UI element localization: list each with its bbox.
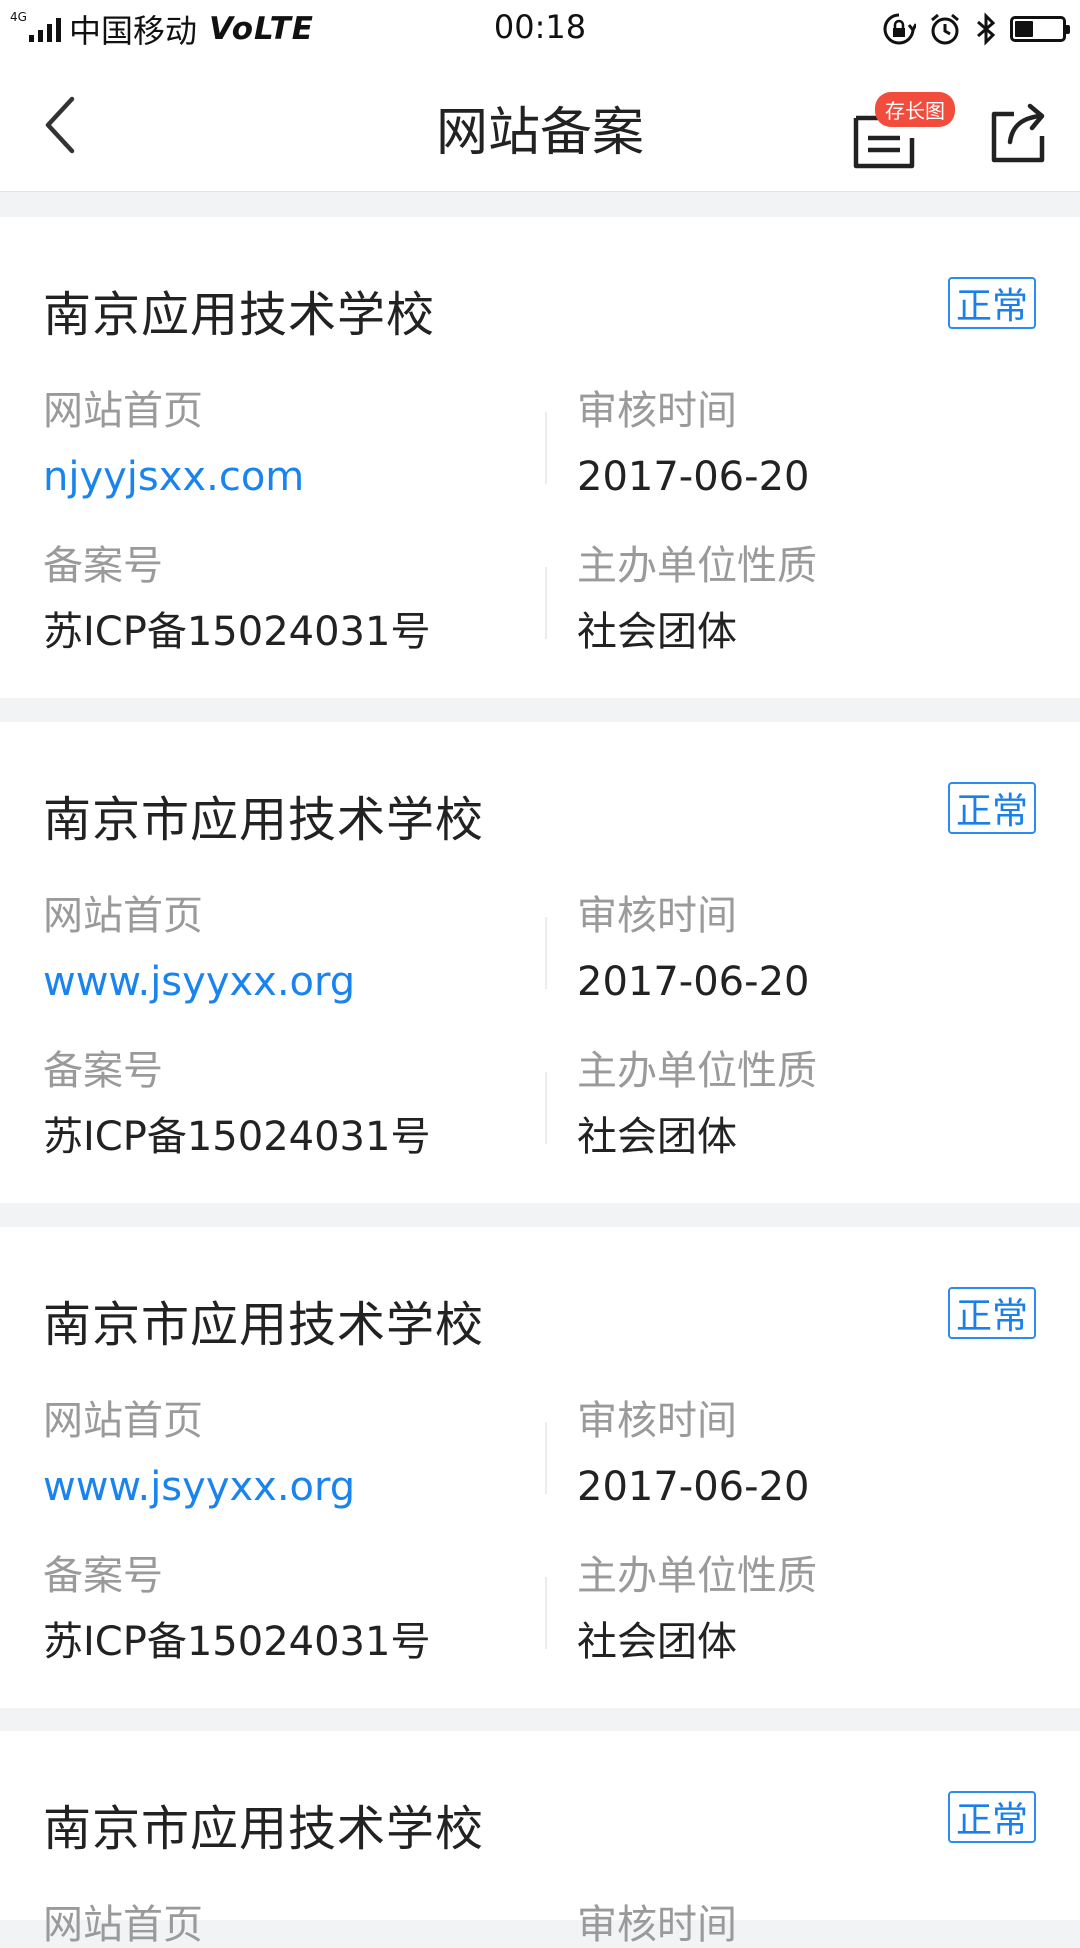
record-no-field: 备案号 苏ICP备15024031号 [43, 1554, 430, 1664]
save-long-badge[interactable]: 存长图 [875, 92, 955, 127]
record-card[interactable]: 南京市应用技术学校 正常 网站首页 www.jsyyxx.org 审核时间 20… [0, 1227, 1080, 1708]
homepage-field: 网站首页 [43, 1903, 203, 1947]
record-card[interactable]: 南京应用技术学校 正常 网站首页 njyyjsxx.com 审核时间 2017-… [0, 217, 1080, 698]
bluetooth-icon [974, 12, 998, 46]
homepage-label: 网站首页 [43, 893, 203, 939]
review-time-value: 2017-06-20 [577, 959, 810, 1005]
review-time-field: 审核时间 2017-06-20 [577, 389, 809, 499]
record-no-label: 备案号 [43, 1553, 163, 1599]
organizer-type-field: 主办单位性质 社会团体 [577, 1049, 817, 1159]
homepage-link[interactable]: www.jsyyxx.org [43, 960, 355, 1004]
record-no-field: 备案号 苏ICP备15024031号 [43, 1049, 430, 1159]
share-icon [991, 103, 1045, 163]
homepage-field: 网站首页 njyyjsxx.com [43, 389, 304, 499]
record-name: 南京市应用技术学校 [43, 1297, 485, 1353]
organizer-type-value: 社会团体 [577, 1114, 737, 1160]
app-header: 网站备案 存长图 [0, 58, 1080, 192]
share-button[interactable] [988, 100, 1048, 166]
review-time-label: 审核时间 [577, 388, 737, 434]
column-divider [545, 917, 547, 989]
record-name: 南京市应用技术学校 [43, 792, 485, 848]
organizer-type-label: 主办单位性质 [577, 543, 817, 589]
column-divider [545, 412, 547, 484]
record-no-value: 苏ICP备15024031号 [43, 1114, 431, 1160]
record-no-value: 苏ICP备15024031号 [43, 609, 431, 655]
organizer-type-label: 主办单位性质 [577, 1048, 817, 1094]
organizer-type-value: 社会团体 [577, 609, 737, 655]
review-time-label: 审核时间 [577, 893, 737, 939]
record-no-label: 备案号 [43, 543, 163, 589]
status-right [882, 10, 1070, 48]
organizer-type-label: 主办单位性质 [577, 1553, 817, 1599]
record-name: 南京应用技术学校 [43, 287, 436, 343]
record-no-field: 备案号 苏ICP备15024031号 [43, 544, 430, 654]
record-card[interactable]: 南京市应用技术学校 正常 网站首页 审核时间 [0, 1731, 1080, 1947]
column-divider [545, 1422, 547, 1494]
battery-icon [1010, 16, 1070, 42]
organizer-type-value: 社会团体 [577, 1619, 737, 1665]
record-no-label: 备案号 [43, 1048, 163, 1094]
review-time-value: 2017-06-20 [577, 1464, 810, 1510]
record-name: 南京市应用技术学校 [43, 1801, 485, 1857]
organizer-type-field: 主办单位性质 社会团体 [577, 1554, 817, 1664]
review-time-value: 2017-06-20 [577, 454, 810, 500]
status-badge: 正常 [948, 1791, 1036, 1843]
review-time-label: 审核时间 [577, 1398, 737, 1444]
column-divider [545, 567, 547, 639]
column-divider [545, 1577, 547, 1649]
status-badge: 正常 [948, 1287, 1036, 1339]
homepage-field: 网站首页 www.jsyyxx.org [43, 1399, 355, 1509]
rotation-lock-icon [882, 12, 916, 46]
alarm-icon [928, 12, 962, 46]
status-badge: 正常 [948, 782, 1036, 834]
review-time-field: 审核时间 [577, 1903, 737, 1947]
homepage-field: 网站首页 www.jsyyxx.org [43, 894, 355, 1004]
status-bar: 4G 中国移动 VoLTE 00:18 [0, 0, 1080, 58]
record-no-value: 苏ICP备15024031号 [43, 1619, 431, 1665]
homepage-label: 网站首页 [43, 388, 203, 434]
review-time-field: 审核时间 2017-06-20 [577, 1399, 809, 1509]
column-divider [545, 1072, 547, 1144]
homepage-label: 网站首页 [43, 1398, 203, 1444]
record-card[interactable]: 南京市应用技术学校 正常 网站首页 www.jsyyxx.org 审核时间 20… [0, 722, 1080, 1203]
organizer-type-field: 主办单位性质 社会团体 [577, 544, 817, 654]
homepage-link[interactable]: njyyjsxx.com [43, 455, 304, 499]
homepage-link[interactable]: www.jsyyxx.org [43, 1465, 355, 1509]
status-badge: 正常 [948, 277, 1036, 329]
homepage-label: 网站首页 [43, 1902, 203, 1948]
review-time-label: 审核时间 [577, 1902, 737, 1948]
review-time-field: 审核时间 2017-06-20 [577, 894, 809, 1004]
